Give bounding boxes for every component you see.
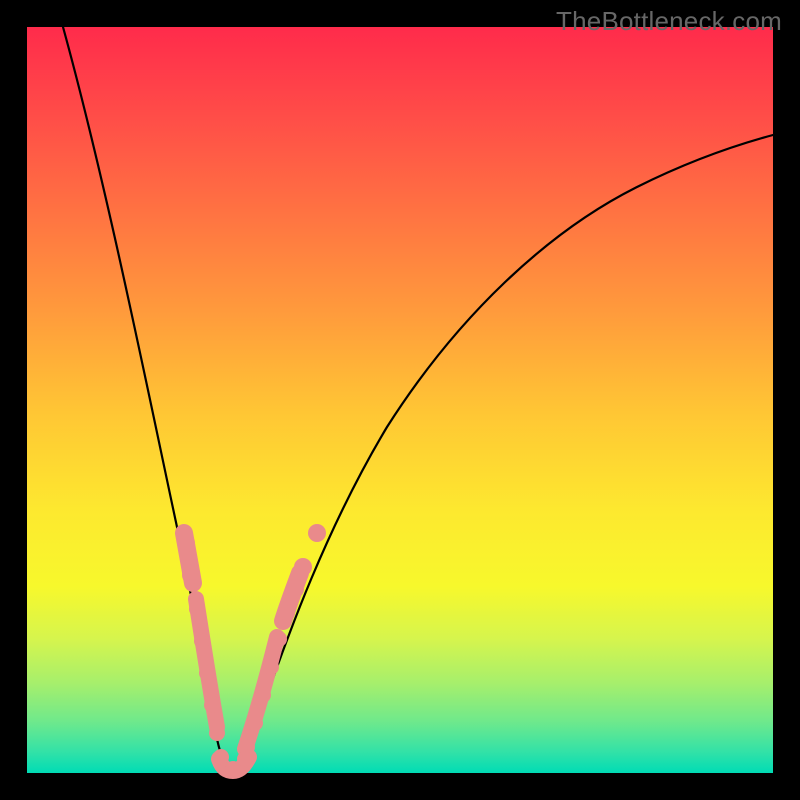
watermark-text: TheBottleneck.com	[556, 6, 782, 37]
marker-left-3	[189, 601, 205, 617]
marker-right-top	[308, 524, 326, 542]
marker-right-3	[279, 605, 295, 621]
marker-left-6	[204, 697, 220, 713]
marker-right-5	[263, 659, 279, 675]
marker-right-7	[247, 715, 263, 731]
valley-left	[213, 749, 229, 765]
marker-left-4	[194, 633, 210, 649]
marker-left-7	[209, 725, 225, 741]
curve-right	[231, 135, 773, 771]
marker-left-5	[199, 665, 215, 681]
marker-left-1	[177, 534, 195, 552]
chart-overlay	[27, 27, 773, 773]
marker-right-6	[255, 687, 271, 703]
marker-right-4	[271, 631, 287, 647]
valley-right	[237, 751, 253, 767]
marker-right-2	[286, 580, 304, 598]
marker-right-1	[294, 558, 312, 576]
chart-plot-area	[27, 27, 773, 773]
marker-left-2	[182, 566, 200, 584]
